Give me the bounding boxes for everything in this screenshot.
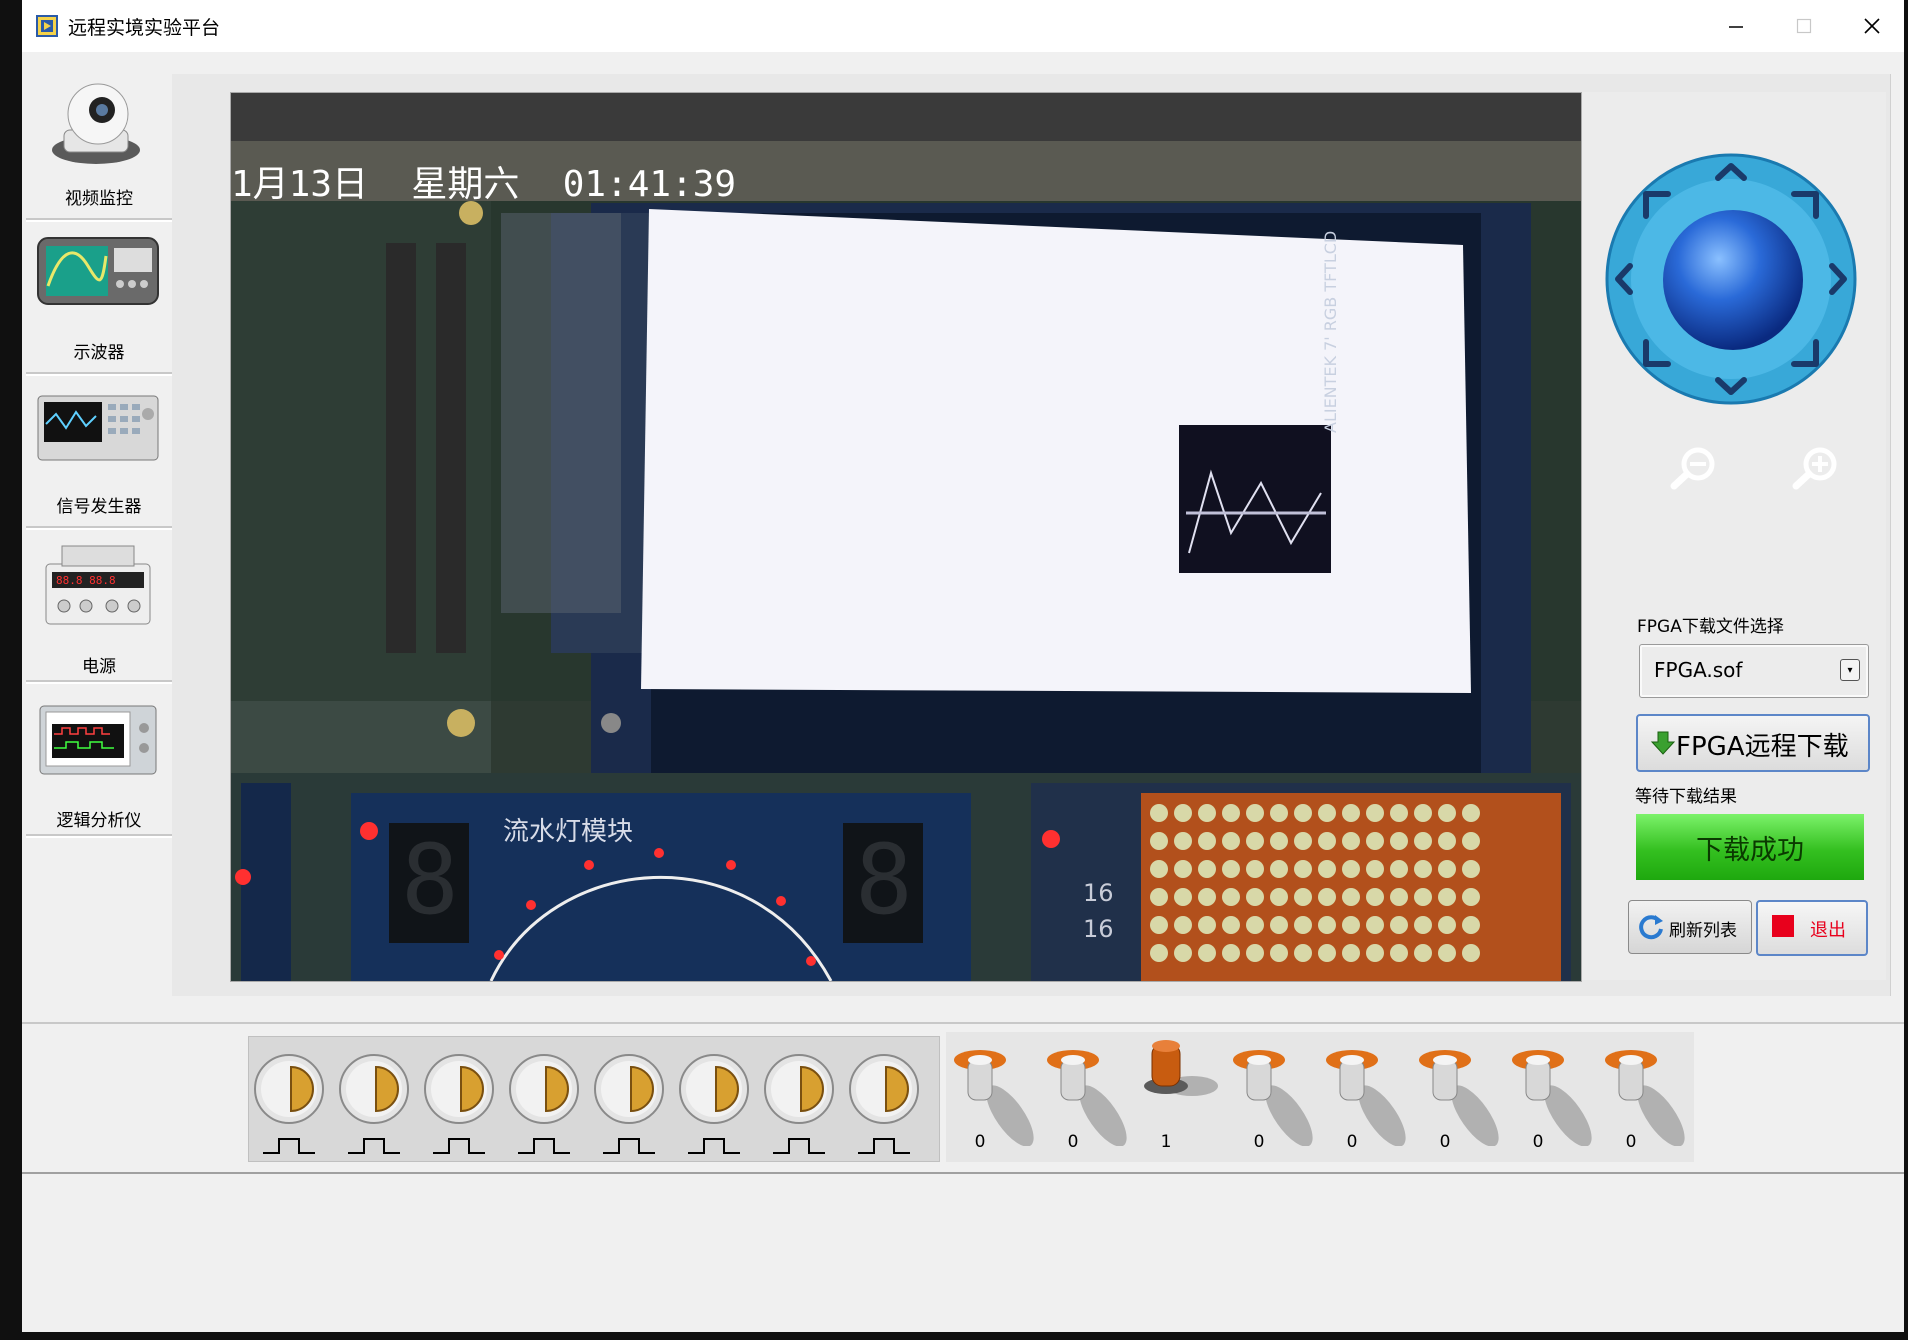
toggle-switch-off[interactable] (1229, 1036, 1319, 1146)
switch-value: 0 (1532, 1132, 1544, 1152)
exit-button[interactable]: 退出 (1756, 900, 1868, 956)
pulse-button-icon[interactable] (678, 1053, 750, 1125)
fpga-file-value: FPGA.sof (1654, 658, 1743, 682)
app-icon (36, 15, 58, 37)
matrix-label: 16 (1083, 915, 1114, 943)
push-button-panel (248, 1036, 940, 1162)
maximize-icon (1796, 18, 1812, 34)
toggle-switch-panel: 0 0 1 0 0 0 0 0 (946, 1032, 1694, 1162)
toggle-switch-off[interactable] (950, 1036, 1040, 1146)
sidebar-item-logic-analyzer[interactable]: 逻辑分析仪 (26, 686, 172, 836)
refresh-list-button[interactable]: 刷新列表 (1628, 900, 1752, 954)
pulse-waveform-icon (518, 1138, 570, 1154)
toggle-switch-off[interactable] (1508, 1036, 1598, 1146)
exit-label: 退出 (1810, 920, 1846, 941)
security-camera-icon (52, 83, 140, 164)
pulse-button-icon[interactable] (253, 1053, 325, 1125)
fpga-download-button[interactable]: FPGA远程下载 (1636, 714, 1870, 772)
pulse-button-icon[interactable] (423, 1053, 495, 1125)
minimize-button[interactable] (1702, 0, 1770, 52)
toggle-switch-off[interactable] (1322, 1036, 1412, 1146)
svg-text:8: 8 (401, 824, 459, 936)
oscilloscope-icon (37, 237, 159, 305)
pulse-waveform-icon (858, 1138, 910, 1154)
download-arrow-icon (1650, 731, 1676, 755)
pulse-button-icon[interactable] (338, 1053, 410, 1125)
download-result-text: 下载成功 (1696, 834, 1804, 866)
sidebar-item-power[interactable]: 88.8 88.8 电源 (26, 532, 172, 682)
switch-value: 0 (1625, 1132, 1637, 1152)
toggle-switch-off[interactable] (1601, 1036, 1691, 1146)
fpga-board-image: 8 8 (231, 93, 1581, 981)
pulse-button-icon[interactable] (508, 1053, 580, 1125)
toggle-switch-off[interactable] (1415, 1036, 1505, 1146)
logic-analyzer-icon (39, 705, 157, 775)
sidebar-item-oscilloscope[interactable]: 示波器 (26, 224, 172, 374)
sidebar-item-signal-generator[interactable]: 信号发生器 (26, 378, 172, 528)
matrix-label: 16 (1083, 879, 1114, 907)
power-supply-icon: 88.8 88.8 (45, 545, 151, 625)
close-icon (1864, 18, 1880, 34)
file-select-label: FPGA下载文件选择 (1637, 617, 1784, 637)
pulse-waveform-icon (433, 1138, 485, 1154)
divider (22, 1022, 1904, 1024)
sidebar-item-label: 逻辑分析仪 (56, 811, 142, 831)
zoom-in-icon[interactable] (1790, 446, 1842, 492)
switch-value: 0 (1346, 1132, 1358, 1152)
stop-square-icon (1772, 915, 1794, 937)
switch-value: 0 (1253, 1132, 1265, 1152)
pulse-waveform-icon (773, 1138, 825, 1154)
refresh-icon (1639, 915, 1663, 940)
app-window: 远程实境实验平台 视频监控 示波器 信号发生器 88.8 88.8 电源 逻辑分… (22, 0, 1904, 1332)
instrument-sidebar: 视频监控 示波器 信号发生器 88.8 88.8 电源 逻辑分析仪 (26, 70, 172, 870)
chevron-down-icon[interactable]: ▾ (1840, 659, 1860, 681)
pulse-button-icon[interactable] (593, 1053, 665, 1125)
switch-value: 0 (1439, 1132, 1451, 1152)
fpga-file-select[interactable]: FPGA.sof ▾ (1639, 644, 1869, 698)
sidebar-item-label: 电源 (82, 657, 116, 677)
sidebar-item-label: 示波器 (73, 343, 125, 363)
display-label: ALIENTEK 7' RGB TFTLCD (1321, 230, 1340, 433)
pulse-button-icon[interactable] (763, 1053, 835, 1125)
module-label: 流水灯模块 (503, 817, 634, 847)
refresh-label: 刷新列表 (1669, 921, 1737, 941)
minimize-icon (1729, 26, 1743, 28)
pulse-button-icon[interactable] (848, 1053, 920, 1125)
window-title: 远程实境实验平台 (68, 17, 221, 39)
close-button[interactable] (1838, 0, 1906, 52)
svg-text:88.8 88.8: 88.8 88.8 (56, 574, 116, 587)
switch-value: 1 (1160, 1132, 1172, 1152)
pulse-waveform-icon (348, 1138, 400, 1154)
zoom-out-icon[interactable] (1668, 446, 1720, 492)
result-label: 等待下载结果 (1635, 787, 1737, 807)
switch-value: 0 (974, 1132, 986, 1152)
title-bar: 远程实境实验平台 (22, 0, 1904, 52)
toggle-switch-on[interactable] (1136, 1036, 1226, 1146)
pulse-waveform-icon (263, 1138, 315, 1154)
pulse-waveform-icon (688, 1138, 740, 1154)
fpga-download-label: FPGA远程下载 (1676, 732, 1849, 762)
sidebar-item-label: 信号发生器 (56, 497, 142, 517)
toggle-switch-off[interactable] (1043, 1036, 1133, 1146)
switch-value: 0 (1067, 1132, 1079, 1152)
sidebar-item-label: 视频监控 (65, 189, 133, 209)
divider (22, 1172, 1904, 1174)
video-timestamp: 1月13日 星期六 01:41:39 (231, 164, 737, 205)
sidebar-item-video[interactable]: 视频监控 (26, 70, 172, 220)
maximize-button[interactable] (1770, 0, 1838, 52)
pulse-waveform-icon (603, 1138, 655, 1154)
ptz-joystick-icon[interactable] (1604, 152, 1858, 406)
download-result-indicator: 下载成功 (1636, 814, 1864, 880)
video-feed: 8 8 1月13日 星期六 01:41:39 流水灯模块 ALIENTEK 7'… (230, 92, 1582, 982)
svg-text:8: 8 (855, 824, 913, 936)
signal-generator-icon (37, 395, 159, 461)
